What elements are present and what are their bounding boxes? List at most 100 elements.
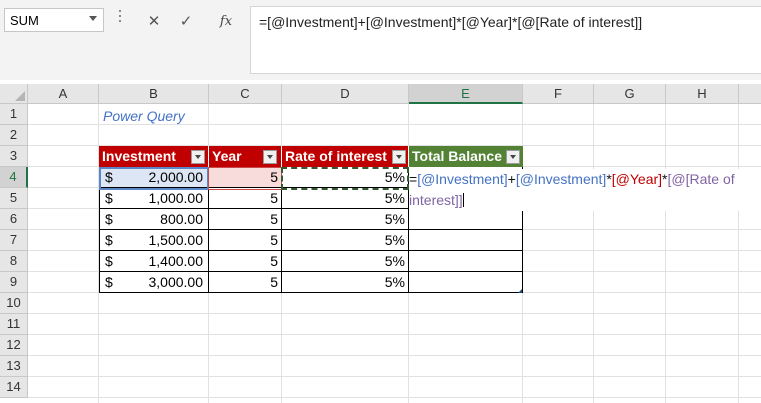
gridline xyxy=(28,397,761,398)
table-cell-rate[interactable]: 5% xyxy=(282,272,409,293)
formula-token: + xyxy=(507,171,516,187)
column-header-e[interactable]: E xyxy=(409,84,523,104)
row-header-11[interactable]: 11 xyxy=(0,314,28,335)
table-cell-rate[interactable]: 5% xyxy=(282,230,409,251)
currency-symbol: $ xyxy=(105,190,113,206)
column-header-c[interactable]: C xyxy=(209,84,282,104)
reference-highlight-investment xyxy=(99,167,209,190)
table-resize-handle[interactable] xyxy=(518,289,522,293)
name-box[interactable]: SUM xyxy=(4,8,104,32)
copy-marquee xyxy=(281,167,409,190)
header-label: Total Balance xyxy=(412,148,502,164)
formula-text: =[@Investment]+[@Investment]*[@Year]*[@[… xyxy=(259,14,643,30)
currency-symbol: $ xyxy=(105,211,113,227)
formula-token: [@[Rate of xyxy=(667,171,735,187)
column-header-d[interactable]: D xyxy=(282,84,409,104)
table-cell-rate[interactable]: 5% xyxy=(282,209,409,230)
header-label: Rate of interest xyxy=(285,148,387,164)
row-header-12[interactable]: 12 xyxy=(0,335,28,356)
filter-dropdown-icon[interactable] xyxy=(506,150,520,164)
row-header-3[interactable]: 3 xyxy=(0,146,28,167)
select-all-corner[interactable] xyxy=(0,84,28,104)
column-header-f[interactable]: F xyxy=(523,84,594,104)
gridline xyxy=(28,376,761,377)
investment-value: 1,400.00 xyxy=(148,253,204,269)
table-cell-investment[interactable]: $ 800.00 xyxy=(99,209,209,230)
table-cell-total-balance[interactable] xyxy=(409,251,523,272)
filter-dropdown-icon[interactable] xyxy=(263,150,277,164)
table-cell-year[interactable]: 5 xyxy=(209,272,282,293)
header-label: Investment xyxy=(102,148,176,164)
column-header-g[interactable]: G xyxy=(594,84,666,104)
row-header-2[interactable]: 2 xyxy=(0,125,28,146)
column-header-a[interactable]: A xyxy=(28,84,99,104)
table-header-investment[interactable]: Investment xyxy=(99,146,209,168)
gridline xyxy=(28,124,761,125)
table-cell-rate[interactable]: 5% xyxy=(282,188,409,209)
enter-button[interactable]: ✓ xyxy=(172,8,200,34)
table-cell-investment[interactable]: $ 1,500.00 xyxy=(99,230,209,251)
filter-dropdown-icon[interactable] xyxy=(392,150,406,164)
text-caret xyxy=(462,193,464,207)
cancel-button[interactable]: ✕ xyxy=(140,8,168,34)
formula-token: [@Investment] xyxy=(417,171,508,187)
row-header-5[interactable]: 5 xyxy=(0,188,28,209)
fx-icon: fx xyxy=(219,13,233,29)
formula-token: = xyxy=(409,171,418,187)
insert-function-button[interactable]: fx xyxy=(212,8,240,34)
cell-editor[interactable]: =[@Investment]+[@Investment]*[@Year]*[@[… xyxy=(409,169,761,211)
table-cell-total-balance[interactable] xyxy=(409,230,523,251)
row-header-14[interactable]: 14 xyxy=(0,377,28,398)
formula-token: [@Investment] xyxy=(515,171,607,187)
investment-value: 1,000.00 xyxy=(148,190,204,206)
splitter-handle[interactable] xyxy=(118,10,122,30)
gridline xyxy=(28,334,761,335)
currency-symbol: $ xyxy=(105,274,113,290)
table-cell-year[interactable]: 5 xyxy=(209,209,282,230)
table-cell-total-balance[interactable] xyxy=(409,209,523,230)
row-header-8[interactable]: 8 xyxy=(0,251,28,272)
table-cell-investment[interactable]: $ 1,400.00 xyxy=(99,251,209,272)
formula-token: interest]] xyxy=(409,192,463,208)
gridline xyxy=(593,104,594,403)
formula-input[interactable]: =[@Investment]+[@Investment]*[@Year]*[@[… xyxy=(250,6,761,74)
table-cell-investment[interactable]: $ 3,000.00 xyxy=(99,272,209,293)
table-header-year[interactable]: Year xyxy=(209,146,282,168)
chevron-down-icon[interactable] xyxy=(89,16,97,21)
row-header-1[interactable]: 1 xyxy=(0,104,28,125)
table-header-total-balance[interactable]: Total Balance xyxy=(409,146,523,168)
column-header-i[interactable] xyxy=(739,84,761,104)
power-query-label[interactable]: Power Query xyxy=(103,108,185,124)
table-cell-year[interactable]: 5 xyxy=(209,251,282,272)
currency-symbol: $ xyxy=(105,232,113,248)
table-header-rate-of-interest[interactable]: Rate of interest xyxy=(282,146,409,168)
cancel-icon: ✕ xyxy=(147,13,161,30)
name-box-value: SUM xyxy=(10,13,39,28)
filter-dropdown-icon[interactable] xyxy=(191,150,205,164)
table-cell-investment[interactable]: $ 1,000.00 xyxy=(99,188,209,209)
row-header-4[interactable]: 4 xyxy=(0,167,28,188)
row-header-10[interactable]: 10 xyxy=(0,293,28,314)
table-cell-year[interactable]: 5 xyxy=(209,188,282,209)
row-header-7[interactable]: 7 xyxy=(0,230,28,251)
row-header-9[interactable]: 9 xyxy=(0,272,28,293)
table-cell-year[interactable]: 5 xyxy=(209,230,282,251)
investment-value: 800.00 xyxy=(160,211,203,227)
gridline xyxy=(28,313,761,314)
column-header-b[interactable]: B xyxy=(99,84,209,104)
investment-value: 3,000.00 xyxy=(148,274,204,290)
row-header-13[interactable]: 13 xyxy=(0,356,28,377)
investment-value: 1,500.00 xyxy=(148,232,204,248)
gridline xyxy=(738,104,739,403)
column-header-h[interactable]: H xyxy=(666,84,739,104)
table-cell-total-balance[interactable] xyxy=(409,272,523,293)
formula-bar: SUM ✕ ✓ fx =[@Investment]+[@Investment]*… xyxy=(0,0,761,80)
enter-icon: ✓ xyxy=(179,13,193,30)
gridline xyxy=(665,104,666,403)
reference-highlight-year xyxy=(208,167,282,190)
currency-symbol: $ xyxy=(105,253,113,269)
formula-token: [@Year] xyxy=(611,171,663,187)
header-label: Year xyxy=(212,148,242,164)
row-header-6[interactable]: 6 xyxy=(0,209,28,230)
table-cell-rate[interactable]: 5% xyxy=(282,251,409,272)
